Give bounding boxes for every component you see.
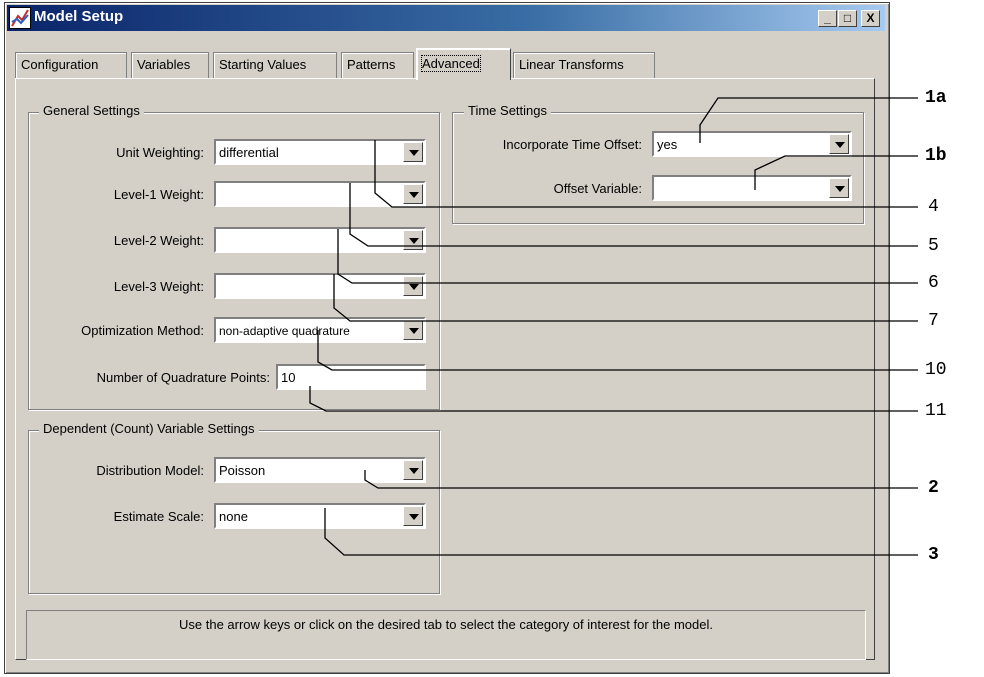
chevron-down-icon[interactable] [403,142,423,162]
callout-3: 3 [928,545,939,565]
callout-5: 5 [928,236,939,256]
estimate-scale-label: Estimate Scale: [113,509,204,524]
time-offset-label: Incorporate Time Offset: [502,137,642,152]
distribution-model-label: Distribution Model: [96,463,204,478]
unit-weighting-label: Unit Weighting: [116,145,204,160]
minimize-button[interactable]: _ [818,10,837,27]
chevron-down-icon[interactable] [403,460,423,480]
chevron-down-icon[interactable] [403,506,423,526]
chevron-down-icon[interactable] [403,184,423,204]
callout-2: 2 [928,478,939,498]
chevron-down-icon[interactable] [403,230,423,250]
chevron-down-icon[interactable] [403,276,423,296]
chevron-down-icon[interactable] [829,178,849,198]
estimate-scale-select[interactable]: none [214,503,426,529]
chevron-down-icon[interactable] [403,320,423,340]
status-message: Use the arrow keys or click on the desir… [179,617,713,632]
level3-weight-select[interactable] [214,273,426,299]
time-settings-group [452,112,864,224]
quadrature-points-input[interactable]: 10 [276,364,426,390]
level1-weight-select[interactable] [214,181,426,207]
tab-variables[interactable]: Variables [131,52,209,78]
tab-starting-values[interactable]: Starting Values [213,52,337,78]
close-button[interactable]: X [861,10,880,27]
maximize-button[interactable]: □ [838,10,857,27]
unit-weighting-select[interactable]: differential [214,139,426,165]
time-settings-legend: Time Settings [464,103,551,118]
general-settings-legend: General Settings [39,103,144,118]
optimization-method-select[interactable]: non-adaptive quadrature [214,317,426,343]
callout-4: 4 [928,197,939,217]
callout-6: 6 [928,273,939,293]
callout-7: 7 [928,311,939,331]
tab-advanced[interactable]: Advanced [416,48,511,80]
level1-weight-label: Level-1 Weight: [113,187,204,202]
tab-patterns[interactable]: Patterns [341,52,414,78]
level2-weight-select[interactable] [214,227,426,253]
callout-1b: 1b [925,146,947,166]
time-offset-select[interactable]: yes [652,131,852,157]
level3-weight-label: Level-3 Weight: [113,279,204,294]
window-title: Model Setup [34,8,124,25]
tab-linear-transforms[interactable]: Linear Transforms [513,52,655,78]
tab-configuration[interactable]: Configuration [15,52,127,78]
distribution-model-select[interactable]: Poisson [214,457,426,483]
callout-10: 10 [925,360,947,380]
optimization-method-label: Optimization Method: [81,323,204,338]
dependent-settings-legend: Dependent (Count) Variable Settings [39,421,259,436]
title-bar[interactable] [7,5,885,31]
level2-weight-label: Level-2 Weight: [113,233,204,248]
app-icon [9,7,31,29]
callout-11: 11 [925,401,947,421]
quadrature-points-label: Number of Quadrature Points: [96,370,270,385]
offset-variable-select[interactable] [652,175,852,201]
chevron-down-icon[interactable] [829,134,849,154]
callout-1a: 1a [925,88,947,108]
offset-variable-label: Offset Variable: [553,181,642,196]
status-message-box: Use the arrow keys or click on the desir… [26,610,866,660]
